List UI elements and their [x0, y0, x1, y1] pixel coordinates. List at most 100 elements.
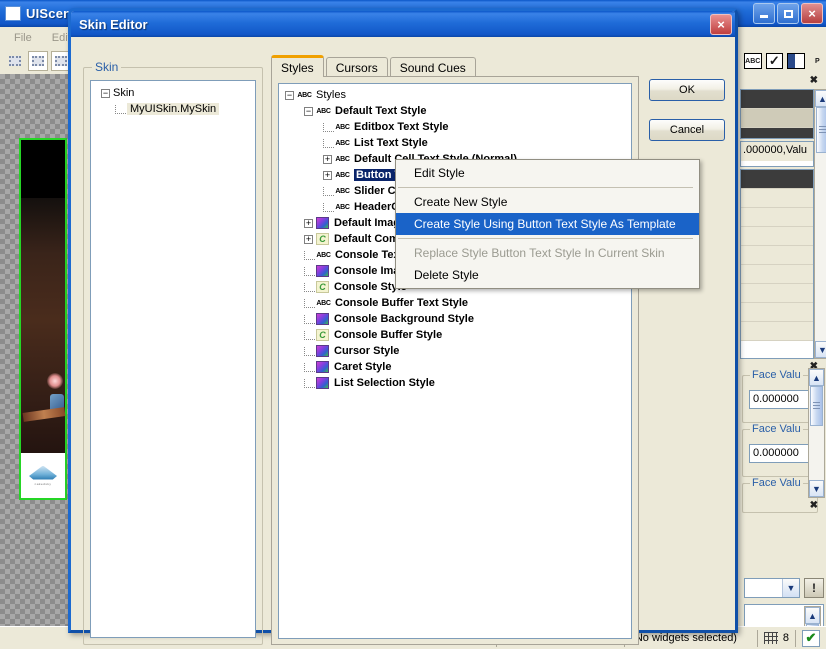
grid-value: 8 — [783, 632, 789, 644]
toolbar-button-2[interactable] — [28, 51, 48, 71]
style-tree-item[interactable]: ABCList Text Style — [281, 135, 629, 151]
scroll-up-button[interactable]: ▲ — [809, 369, 824, 386]
viewport-logo-panel: nakedsky — [21, 453, 65, 498]
skin-tree-child-label: MyUISkin.MySkin — [127, 103, 219, 115]
expand-icon[interactable]: + — [304, 235, 313, 244]
style-combobox[interactable]: ▼ — [744, 578, 800, 598]
skin-tree-child[interactable]: MyUISkin.MySkin — [93, 101, 253, 117]
context-menu-item[interactable]: Create New Style — [396, 191, 699, 213]
style-tree-item[interactable]: −ABCDefault Text Style — [281, 103, 629, 119]
expand-icon[interactable]: + — [304, 219, 313, 228]
property-row[interactable] — [741, 90, 813, 109]
style-tree-item[interactable]: CConsole Buffer Style — [281, 327, 629, 343]
grid-icon — [764, 632, 778, 644]
style-tree-item[interactable]: Caret Style — [281, 359, 629, 375]
scroll-up-button[interactable]: ▲ — [805, 607, 820, 624]
scrollbar-thumb[interactable] — [810, 386, 823, 426]
property-value-text: .000000,Valu — [741, 142, 813, 161]
property-row[interactable] — [741, 303, 813, 322]
close-icon[interactable]: ✖ — [810, 500, 818, 511]
style-tree-item[interactable]: ABCConsole Buffer Text Style — [281, 295, 629, 311]
dialog-close-button[interactable]: × — [710, 14, 732, 35]
ok-button[interactable]: OK — [649, 79, 725, 101]
check-icon[interactable]: ✓ — [766, 53, 784, 69]
collapse-icon[interactable]: − — [304, 107, 313, 116]
scroll-down-button[interactable]: ▼ — [815, 341, 826, 358]
panel-icon[interactable] — [787, 53, 805, 69]
status-check-cell[interactable]: ✔ — [796, 629, 826, 648]
style-tree-item[interactable]: List Selection Style — [281, 375, 629, 391]
style-tree-item[interactable]: ABCEditbox Text Style — [281, 119, 629, 135]
expand-icon[interactable]: + — [323, 155, 332, 164]
close-button[interactable]: × — [801, 3, 823, 24]
tree-line — [323, 187, 334, 196]
style-tree-item[interactable]: −ABCStyles — [281, 87, 629, 103]
viewport-preview[interactable]: nakedsky — [19, 138, 67, 500]
tree-line — [304, 331, 315, 340]
style-tree-item-label: Editbox Text Style — [354, 121, 449, 133]
toolbar-button-1[interactable] — [5, 51, 25, 71]
style-tree-item[interactable]: Console Background Style — [281, 311, 629, 327]
property-row[interactable] — [741, 227, 813, 246]
collapse-icon[interactable]: − — [101, 89, 110, 98]
panel-close-bar-3: ✖ — [740, 500, 826, 513]
scrollbar-track[interactable] — [815, 153, 826, 341]
property-grid-top[interactable] — [740, 89, 814, 139]
skin-tree-root-label: Skin — [113, 87, 134, 99]
tab-strip: Styles Cursors Sound Cues — [271, 55, 478, 77]
tab-cursors[interactable]: Cursors — [326, 57, 388, 77]
context-menu-item[interactable]: Edit Style — [396, 162, 699, 184]
abc-icon: ABC — [297, 90, 312, 101]
tree-line — [115, 105, 126, 114]
face-value-label: Face Valu — [750, 423, 803, 435]
scroll-up-button[interactable]: ▲ — [815, 90, 826, 107]
p-icon[interactable]: P — [809, 53, 826, 69]
property-row[interactable] — [741, 265, 813, 284]
property-row[interactable] — [741, 128, 813, 139]
tab-sound-cues[interactable]: Sound Cues — [390, 57, 476, 77]
property-row[interactable] — [741, 170, 813, 189]
abc-icon[interactable]: ABC — [744, 53, 762, 69]
property-row[interactable] — [741, 189, 813, 208]
context-menu-item: Replace Style Button Text Style In Curre… — [396, 242, 699, 264]
cancel-button[interactable]: Cancel — [649, 119, 725, 141]
scene-beam — [23, 407, 66, 422]
check-icon[interactable]: ✔ — [802, 630, 820, 647]
close-icon[interactable]: ✖ — [810, 75, 818, 86]
chevron-down-icon[interactable]: ▼ — [782, 579, 799, 597]
property-grid-main[interactable] — [740, 169, 814, 359]
skin-tree-root[interactable]: − Skin — [93, 85, 253, 101]
window-icon — [5, 6, 21, 21]
property-row[interactable] — [741, 246, 813, 265]
tab-styles[interactable]: Styles — [271, 55, 324, 77]
property-row[interactable] — [741, 322, 813, 341]
context-menu-item[interactable]: Delete Style — [396, 264, 699, 286]
abc-icon: ABC — [335, 154, 350, 165]
scrollbar-track[interactable] — [809, 426, 824, 480]
logo-icon — [29, 466, 57, 480]
status-grid[interactable]: 8 — [758, 629, 795, 648]
property-row[interactable] — [741, 208, 813, 227]
scrollbar-thumb[interactable] — [816, 107, 826, 153]
menu-item-file[interactable]: File — [6, 30, 40, 46]
style-tree-item[interactable]: Cursor Style — [281, 343, 629, 359]
property-value-display[interactable]: .000000,Valu — [740, 141, 814, 167]
face-panel-scrollbar[interactable]: ▲ ▼ — [808, 368, 825, 498]
abc-icon: ABC — [335, 170, 350, 181]
style-context-menu[interactable]: Edit Style Create New StyleCreate Style U… — [395, 159, 700, 289]
context-menu-item[interactable]: Create Style Using Button Text Style As … — [396, 213, 699, 235]
maximize-button[interactable] — [777, 3, 799, 24]
style-tree-item-label: Caret Style — [334, 361, 391, 373]
skin-tree[interactable]: − Skin MyUISkin.MySkin — [90, 80, 256, 638]
apply-button[interactable]: ! — [804, 578, 824, 598]
scroll-down-button[interactable]: ▼ — [809, 480, 824, 497]
c-icon: C — [316, 329, 329, 341]
collapse-icon[interactable]: − — [285, 91, 294, 100]
property-row[interactable] — [741, 284, 813, 303]
property-grid-scrollbar[interactable]: ▲ ▼ — [814, 89, 826, 359]
expand-icon[interactable]: + — [323, 171, 332, 180]
minimize-button[interactable] — [753, 3, 775, 24]
property-row[interactable] — [741, 109, 813, 128]
tree-line — [304, 347, 315, 356]
image-icon — [316, 265, 329, 277]
